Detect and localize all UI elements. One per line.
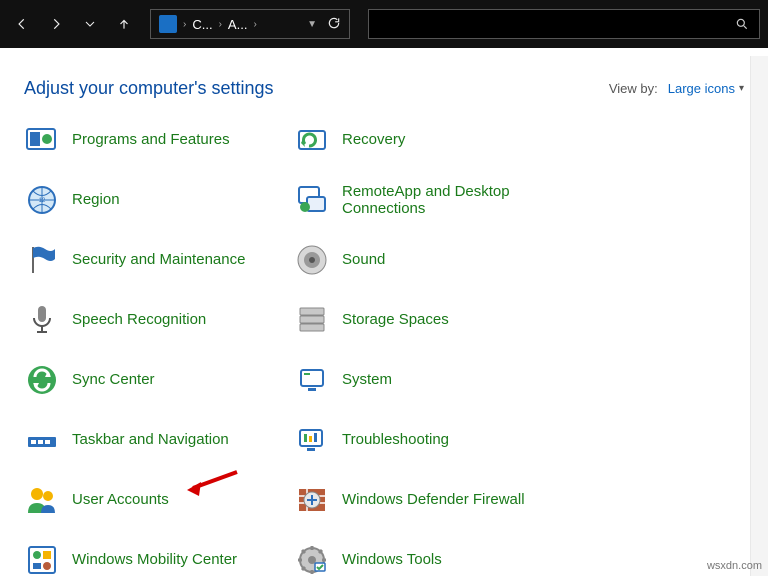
cp-item-firewall[interactable]: Windows Defender Firewall — [294, 479, 594, 521]
cp-item-sync[interactable]: Sync Center — [24, 359, 294, 401]
cp-item-taskbar[interactable]: Taskbar and Navigation — [24, 419, 294, 461]
up-button[interactable] — [110, 10, 138, 38]
taskbar-icon — [24, 422, 60, 458]
chevron-down-icon: ▾ — [739, 83, 744, 94]
cp-link: System — [342, 371, 392, 388]
cp-link: Troubleshooting — [342, 431, 449, 448]
cp-item-user-accounts[interactable]: User Accounts — [24, 479, 294, 521]
search-box[interactable] — [368, 9, 760, 39]
cp-link: Region — [72, 191, 120, 208]
cp-item-storage[interactable]: Storage Spaces — [294, 299, 594, 341]
cp-link: Security and Maintenance — [72, 251, 245, 268]
mic-icon — [24, 302, 60, 338]
control-panel-icon — [159, 15, 177, 33]
cp-link: Windows Mobility Center — [72, 551, 237, 568]
programs-icon — [24, 122, 60, 158]
cp-item-recovery[interactable]: Recovery — [294, 119, 594, 161]
flag-icon — [24, 242, 60, 278]
cp-item-tools[interactable]: Windows Tools — [294, 539, 594, 581]
cp-item-speech[interactable]: Speech Recognition — [24, 299, 294, 341]
tools-icon — [294, 542, 330, 578]
cp-item-troubleshoot[interactable]: Troubleshooting — [294, 419, 594, 461]
troubleshoot-icon — [294, 422, 330, 458]
mobility-icon — [24, 542, 60, 578]
cp-link: Speech Recognition — [72, 311, 206, 328]
scrollbar[interactable] — [750, 56, 768, 576]
address-dropdown-icon[interactable]: ▼ — [307, 19, 317, 30]
sound-icon — [294, 242, 330, 278]
cp-item-region[interactable]: 12 Region — [24, 179, 294, 221]
cp-link: Windows Defender Firewall — [342, 491, 525, 508]
navigation-bar: › C... › A... › ▼ — [0, 0, 768, 48]
chevron-right-icon: › — [219, 19, 222, 30]
chevron-right-icon: › — [183, 19, 186, 30]
cp-item-security[interactable]: Security and Maintenance — [24, 239, 294, 281]
content-area: Adjust your computer's settings View by:… — [0, 48, 768, 581]
remoteapp-icon — [294, 182, 330, 218]
cp-link: Storage Spaces — [342, 311, 449, 328]
cp-item-system[interactable]: System — [294, 359, 594, 401]
recovery-icon — [294, 122, 330, 158]
cp-link: RemoteApp and Desktop Connections — [342, 183, 594, 218]
cp-item-sound[interactable]: Sound — [294, 239, 594, 281]
control-panel-grid: Programs and Features Recovery 12 Region… — [24, 119, 744, 581]
back-button[interactable] — [8, 10, 36, 38]
cp-link: Taskbar and Navigation — [72, 431, 229, 448]
address-bar[interactable]: › C... › A... › ▼ — [150, 9, 350, 39]
page-title: Adjust your computer's settings — [24, 78, 274, 99]
firewall-icon — [294, 482, 330, 518]
cp-link: Programs and Features — [72, 131, 230, 148]
search-icon — [735, 17, 749, 31]
cp-link: Recovery — [342, 131, 405, 148]
view-by-label: View by: — [609, 81, 658, 96]
breadcrumb-1[interactable]: C... — [192, 17, 212, 32]
storage-icon — [294, 302, 330, 338]
svg-text:12: 12 — [39, 198, 46, 204]
view-by-dropdown[interactable]: Large icons ▾ — [668, 81, 744, 96]
cp-link: Sync Center — [72, 371, 155, 388]
users-icon — [24, 482, 60, 518]
cp-link: Sound — [342, 251, 385, 268]
chevron-right-icon: › — [253, 19, 256, 30]
sync-icon — [24, 362, 60, 398]
cp-item-remoteapp[interactable]: RemoteApp and Desktop Connections — [294, 179, 594, 221]
cp-link: User Accounts — [72, 491, 169, 508]
recent-dropdown[interactable] — [76, 10, 104, 38]
cp-item-mobility[interactable]: Windows Mobility Center — [24, 539, 294, 581]
watermark: wsxdn.com — [707, 560, 762, 572]
cp-link: Windows Tools — [342, 551, 442, 568]
system-icon — [294, 362, 330, 398]
forward-button[interactable] — [42, 10, 70, 38]
refresh-button[interactable] — [327, 16, 341, 33]
breadcrumb-2[interactable]: A... — [228, 17, 248, 32]
globe-icon: 12 — [24, 182, 60, 218]
cp-item-programs[interactable]: Programs and Features — [24, 119, 294, 161]
view-by-value: Large icons — [668, 81, 735, 96]
